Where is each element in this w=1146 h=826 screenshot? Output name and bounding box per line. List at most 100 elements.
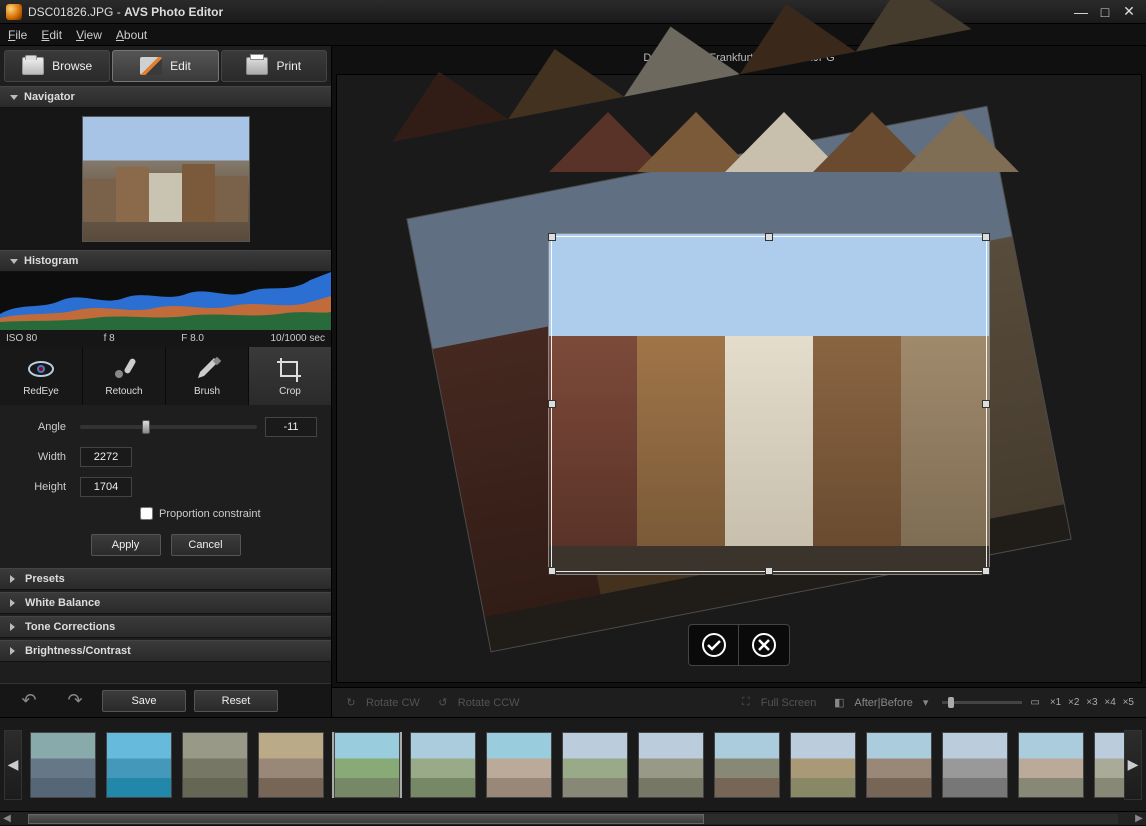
filmstrip: ◀ ▶ bbox=[0, 717, 1146, 811]
scroll-right-icon[interactable]: ▶ bbox=[1132, 812, 1146, 826]
filmstrip-thumb[interactable] bbox=[410, 732, 476, 798]
tool-crop[interactable]: Crop bbox=[249, 347, 331, 405]
histogram-info: ISO 80 f 8 F 8.0 10/1000 sec bbox=[0, 330, 331, 347]
zoom-x5[interactable]: ×5 bbox=[1121, 697, 1136, 708]
panel-white-balance-header[interactable]: White Balance bbox=[0, 592, 331, 614]
rotate-cw-button[interactable]: ↻Rotate CW bbox=[342, 694, 420, 712]
filmstrip-thumb[interactable] bbox=[866, 732, 932, 798]
apply-button[interactable]: Apply bbox=[91, 534, 161, 556]
proportion-constraint-label: Proportion constraint bbox=[159, 508, 261, 520]
zoom-x1[interactable]: ×1 bbox=[1048, 697, 1063, 708]
crop-handle-tr[interactable] bbox=[982, 233, 990, 241]
printer-icon bbox=[246, 57, 268, 75]
zoom-x3[interactable]: ×3 bbox=[1084, 697, 1099, 708]
fullscreen-icon: ⛶ bbox=[737, 694, 755, 712]
crop-handle-bl[interactable] bbox=[548, 567, 556, 575]
canvas-toolbar: ↻Rotate CW ↺Rotate CCW ⛶Full Screen ◧Aft… bbox=[332, 687, 1146, 717]
histogram-display bbox=[0, 272, 331, 330]
folder-icon bbox=[22, 57, 44, 75]
width-label: Width bbox=[14, 451, 70, 463]
undo-button[interactable]: ↶ bbox=[10, 690, 48, 712]
mode-browse[interactable]: Browse bbox=[4, 50, 110, 82]
filmstrip-thumb[interactable] bbox=[790, 732, 856, 798]
crop-accept-button[interactable] bbox=[689, 625, 739, 665]
filmstrip-prev[interactable]: ◀ bbox=[4, 730, 22, 800]
tool-brush[interactable]: Brush bbox=[166, 347, 249, 405]
minimize-button[interactable]: ― bbox=[1070, 4, 1092, 20]
panel-brightness-contrast-header[interactable]: Brightness/Contrast bbox=[0, 640, 331, 662]
filmstrip-items bbox=[22, 732, 1124, 798]
angle-input[interactable] bbox=[265, 417, 317, 437]
maximize-button[interactable]: □ bbox=[1094, 4, 1116, 20]
filmstrip-thumb[interactable] bbox=[1018, 732, 1084, 798]
filmstrip-thumb[interactable] bbox=[182, 732, 248, 798]
canvas-area[interactable] bbox=[336, 74, 1142, 683]
panel-presets-header[interactable]: Presets bbox=[0, 568, 331, 590]
pencil-icon bbox=[140, 57, 162, 75]
scrollbar-thumb[interactable] bbox=[28, 814, 704, 824]
crop-rectangle[interactable] bbox=[551, 236, 987, 572]
navigator-thumbnail[interactable] bbox=[82, 116, 250, 242]
close-button[interactable]: ✕ bbox=[1118, 4, 1140, 20]
menu-view[interactable]: View bbox=[76, 28, 102, 42]
angle-slider[interactable] bbox=[80, 425, 257, 429]
save-button[interactable]: Save bbox=[102, 690, 186, 712]
mode-print[interactable]: Print bbox=[221, 50, 327, 82]
width-input[interactable] bbox=[80, 447, 132, 467]
filmstrip-thumb[interactable] bbox=[1094, 732, 1124, 798]
panel-histogram-header[interactable]: Histogram bbox=[0, 250, 331, 272]
filmstrip-thumb[interactable] bbox=[106, 732, 172, 798]
menu-file[interactable]: File bbox=[8, 28, 27, 42]
mode-edit[interactable]: Edit bbox=[112, 50, 218, 82]
panel-navigator-header[interactable]: Navigator bbox=[0, 86, 331, 108]
rotate-cw-icon: ↻ bbox=[342, 694, 360, 712]
crop-handle-lm[interactable] bbox=[548, 400, 556, 408]
crop-handle-rm[interactable] bbox=[982, 400, 990, 408]
menu-bar: File Edit View About bbox=[0, 24, 1146, 46]
app-icon bbox=[6, 4, 22, 20]
full-screen-button[interactable]: ⛶Full Screen bbox=[737, 694, 817, 712]
menu-about[interactable]: About bbox=[116, 28, 147, 42]
hist-aperture: F 8.0 bbox=[181, 333, 204, 344]
proportion-constraint-checkbox[interactable] bbox=[140, 507, 153, 520]
zoom-slider-thumb[interactable] bbox=[948, 697, 954, 708]
crop-controls: Angle Width Height Proportion constraint… bbox=[0, 405, 331, 568]
zoom-x2[interactable]: ×2 bbox=[1066, 697, 1081, 708]
cancel-button[interactable]: Cancel bbox=[171, 534, 241, 556]
filmstrip-thumb[interactable] bbox=[714, 732, 780, 798]
after-before-toggle[interactable]: ◧After|Before▾ bbox=[830, 694, 928, 712]
scroll-left-icon[interactable]: ◀ bbox=[0, 812, 14, 826]
filmstrip-thumb[interactable] bbox=[334, 732, 400, 798]
redo-button[interactable]: ↷ bbox=[56, 690, 94, 712]
angle-label: Angle bbox=[14, 421, 70, 433]
filmstrip-thumb[interactable] bbox=[258, 732, 324, 798]
crop-handle-tl[interactable] bbox=[548, 233, 556, 241]
rotate-ccw-button[interactable]: ↺Rotate CCW bbox=[434, 694, 520, 712]
menu-edit[interactable]: Edit bbox=[41, 28, 62, 42]
crop-handle-bm[interactable] bbox=[765, 567, 773, 575]
left-sidebar: Browse Edit Print Navigator Histogram IS… bbox=[0, 46, 332, 717]
photo-cropped-preview bbox=[549, 234, 989, 574]
filmstrip-thumb[interactable] bbox=[562, 732, 628, 798]
zoom-x4[interactable]: ×4 bbox=[1102, 697, 1117, 708]
tool-retouch[interactable]: Retouch bbox=[83, 347, 166, 405]
horizontal-scrollbar[interactable]: ◀ ▶ bbox=[0, 811, 1146, 825]
filmstrip-thumb[interactable] bbox=[30, 732, 96, 798]
filmstrip-thumb[interactable] bbox=[942, 732, 1008, 798]
slider-thumb[interactable] bbox=[142, 420, 150, 434]
zoom-slider[interactable] bbox=[942, 701, 1022, 704]
crop-handle-tm[interactable] bbox=[765, 233, 773, 241]
tool-redeye[interactable]: RedEye bbox=[0, 347, 83, 405]
crop-reject-button[interactable] bbox=[739, 625, 789, 665]
crop-handle-br[interactable] bbox=[982, 567, 990, 575]
panel-tone-corrections-header[interactable]: Tone Corrections bbox=[0, 616, 331, 638]
fit-screen-icon[interactable]: ▭ bbox=[1030, 697, 1039, 708]
title-bar: DSC01826.JPG - AVS Photo Editor ― □ ✕ bbox=[0, 0, 1146, 24]
filmstrip-thumb[interactable] bbox=[638, 732, 704, 798]
x-circle-icon bbox=[751, 632, 777, 658]
crop-icon bbox=[275, 356, 305, 382]
height-input[interactable] bbox=[80, 477, 132, 497]
filmstrip-thumb[interactable] bbox=[486, 732, 552, 798]
reset-button[interactable]: Reset bbox=[194, 690, 278, 712]
filmstrip-next[interactable]: ▶ bbox=[1124, 730, 1142, 800]
